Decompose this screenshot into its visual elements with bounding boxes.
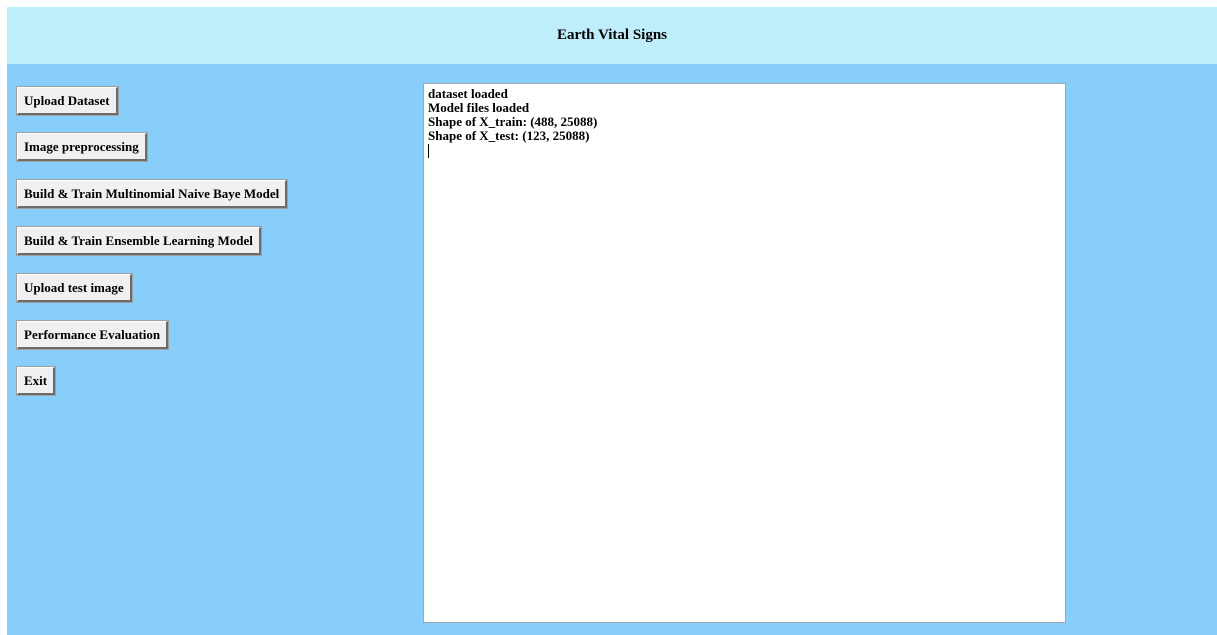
output-line: Shape of X_test: (123, 25088) <box>428 128 590 143</box>
output-text-area[interactable]: dataset loaded Model files loaded Shape … <box>423 83 1066 623</box>
build-naive-bayes-button[interactable]: Build & Train Multinomial Naive Baye Mod… <box>15 179 289 209</box>
build-ensemble-button[interactable]: Build & Train Ensemble Learning Model <box>16 226 262 256</box>
app-window: Earth Vital Signs Upload Dataset Image p… <box>7 7 1217 635</box>
output-line: Shape of X_train: (488, 25088) <box>428 114 598 129</box>
exit-button[interactable]: Exit <box>15 366 57 396</box>
app-title: Earth Vital Signs <box>7 7 1217 64</box>
output-line: Model files loaded <box>428 100 530 115</box>
upload-test-image-button[interactable]: Upload test image <box>16 273 133 303</box>
upload-dataset-button[interactable]: Upload Dataset <box>16 86 119 116</box>
text-cursor <box>428 144 429 158</box>
image-preprocessing-button[interactable]: Image preprocessing <box>16 132 148 162</box>
output-line: dataset loaded <box>428 86 508 101</box>
performance-evaluation-button[interactable]: Performance Evaluation <box>15 320 170 350</box>
